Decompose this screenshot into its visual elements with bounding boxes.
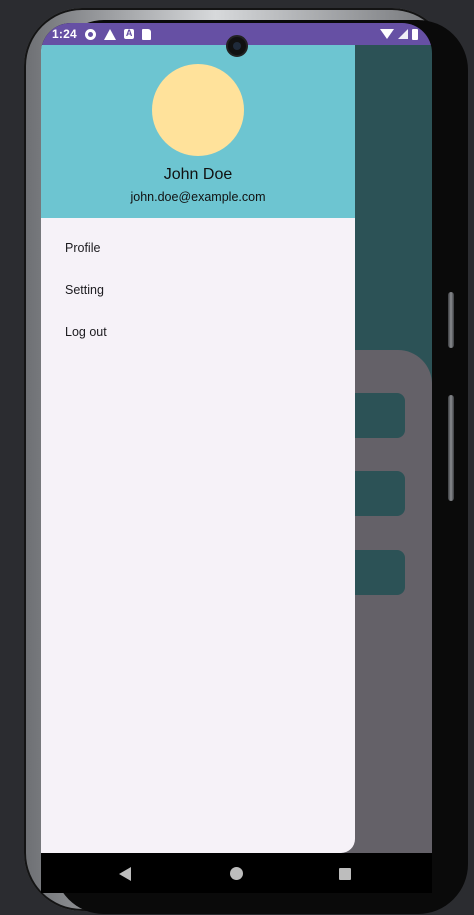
avatar[interactable]: [152, 64, 244, 156]
menu-item-setting[interactable]: Setting: [41, 269, 355, 311]
warning-icon: [103, 28, 116, 40]
menu-item-logout[interactable]: Log out: [41, 311, 355, 353]
menu-item-label: Profile: [65, 241, 101, 255]
navigation-drawer: John Doe john.doe@example.com Profile Se…: [41, 45, 355, 853]
recents-icon[interactable]: [339, 868, 351, 880]
volume-button: [448, 292, 454, 348]
signal-icon: [398, 29, 408, 39]
gear-icon: [84, 28, 96, 40]
navigation-bar: [41, 853, 432, 893]
user-email: john.doe@example.com: [130, 190, 266, 204]
home-icon[interactable]: [230, 867, 243, 880]
a-box-icon: [123, 28, 134, 39]
menu-item-label: Setting: [65, 283, 104, 297]
power-button: [448, 395, 454, 501]
wifi-icon: [380, 29, 394, 39]
user-name: John Doe: [163, 166, 233, 183]
battery-icon: [412, 28, 418, 40]
camera-icon: [226, 35, 248, 57]
sd-card-icon: [141, 28, 151, 40]
drawer-header: John Doe john.doe@example.com: [41, 45, 355, 218]
menu-item-label: Log out: [65, 325, 107, 339]
back-icon[interactable]: [119, 867, 131, 881]
status-time: 1:24: [52, 27, 77, 41]
menu-item-profile[interactable]: Profile: [41, 227, 355, 269]
screen: 1:24 John Doe john.doe@example.com Profi…: [41, 23, 432, 893]
